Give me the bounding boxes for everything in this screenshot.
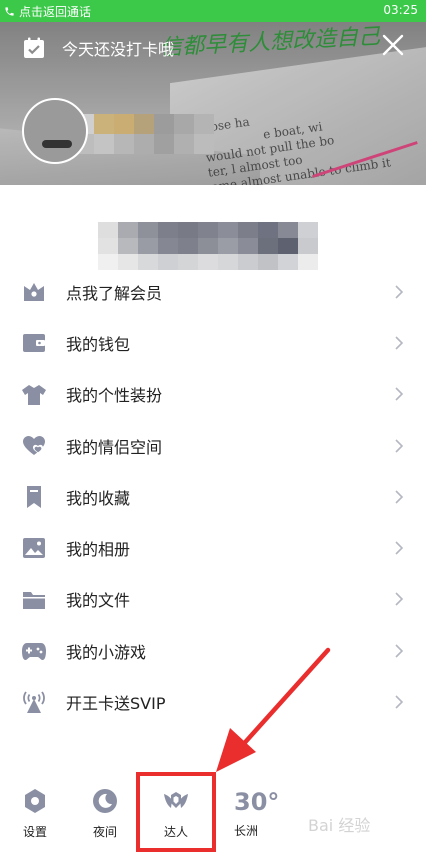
chevron-right-icon [395,490,404,504]
menu-item-label: 我的钱包 [66,334,131,354]
wallet-icon [23,334,45,353]
menu-item-favorites[interactable]: 我的收藏 [0,471,426,522]
checkin-button[interactable]: 今天还没打卡哦 [22,36,174,60]
phone-icon [5,7,14,16]
settings-label: 设置 [22,825,47,839]
menu-item-files[interactable]: 我的文件 [0,574,426,625]
menu-item-couple-space[interactable]: 我的情侣空间 [0,420,426,471]
menu-item-decoration[interactable]: 我的个性装扮 [0,369,426,420]
chevron-right-icon [395,695,404,709]
menu-item-label: 我的小游戏 [66,642,147,662]
return-to-call[interactable]: 点击返回通话 [4,3,91,20]
menu-item-label: 我的相册 [66,540,131,560]
chevron-right-icon [395,541,404,555]
menu-item-king-card[interactable]: 开王卡送SVIP [0,676,426,727]
close-icon[interactable] [382,34,404,56]
moon-icon [93,789,117,813]
calendar-check-icon [24,37,44,58]
city-name: 长洲 [234,824,259,838]
avatar[interactable] [22,98,88,164]
chevron-right-icon [395,336,404,350]
chevron-right-icon [395,387,404,401]
menu-item-mini-games[interactable]: 我的小游戏 [0,625,426,676]
chevron-right-icon [395,285,404,299]
menu-item-label: 开王卡送SVIP [66,694,166,714]
signature-blurred [98,222,318,270]
watermark: Bai 经验 [308,816,371,835]
couple-heart-icon [23,435,45,455]
profile-menu: 点我了解会员 我的钱包 我的个性装扮 我的情侣空间 我的收藏 我的相册 我的文件… [0,266,426,728]
checkin-text: 今天还没打卡哦 [62,40,175,59]
gamepad-icon [22,643,46,661]
settings-button[interactable]: 设置 [10,788,60,840]
menu-item-label: 我的情侣空间 [66,437,163,457]
menu-item-label: 我的文件 [66,591,131,611]
photo-album-icon [23,538,45,559]
chevron-right-icon [395,438,404,453]
temperature: 30° [234,788,280,816]
menu-item-label: 点我了解会员 [66,283,163,303]
night-mode-label: 夜间 [92,825,117,839]
chevron-right-icon [395,592,404,606]
night-mode-button[interactable]: 夜间 [80,788,130,840]
menu-item-vip[interactable]: 点我了解会员 [0,266,426,317]
menu-item-album[interactable]: 我的相册 [0,522,426,573]
menu-item-wallet[interactable]: 我的钱包 [0,317,426,368]
clock: 03:25 [383,3,418,17]
folder-icon [23,591,45,609]
tshirt-icon [22,384,46,405]
menu-item-label: 我的个性装扮 [66,386,163,406]
chevron-right-icon [395,644,404,658]
menu-item-label: 我的收藏 [66,488,131,508]
status-bar[interactable]: 点击返回通话 03:25 [0,0,426,22]
gear-icon [25,789,45,813]
bookmark-icon [27,486,41,509]
weather-widget[interactable]: 30° 长洲 [234,788,294,839]
annotation-highlight-box [136,772,216,852]
signal-tower-icon [23,691,45,714]
vip-crown-icon [24,283,44,301]
call-text: 点击返回通话 [19,5,92,19]
